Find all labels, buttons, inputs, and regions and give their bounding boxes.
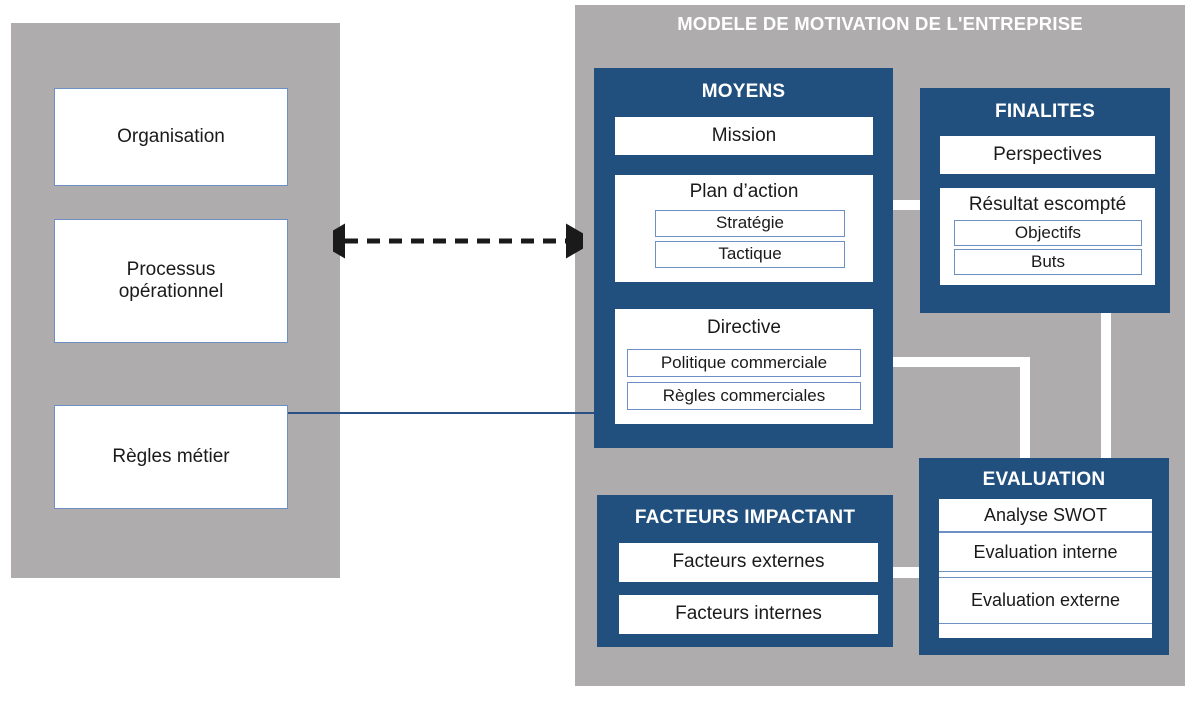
box-processus-line1: Processus — [126, 258, 216, 280]
block-facteurs-impactant: FACTEURS IMPACTANT Facteurs externes Fac… — [597, 495, 893, 647]
box-objectifs-label: Objectifs — [1014, 222, 1082, 242]
box-politique-commerciale-label: Politique commerciale — [660, 352, 828, 372]
box-resultat-escompte[interactable]: Résultat escompté Objectifs Buts — [940, 188, 1155, 285]
box-mission[interactable]: Mission — [615, 117, 873, 155]
box-regles-metier[interactable]: Règles métier — [54, 405, 288, 509]
box-plan-action[interactable]: Plan d’action Stratégie Tactique — [615, 175, 873, 282]
block-moyens-title: MOYENS — [701, 81, 786, 102]
box-processus-operationnel[interactable]: Processus opérationnel — [54, 219, 288, 343]
moyens-evaluation-link-horizontal — [888, 357, 1030, 367]
box-regles-commerciales[interactable]: Règles commerciales — [627, 382, 861, 410]
organisation-moyens-link — [315, 222, 596, 260]
moyens-evaluation-link-vertical — [1020, 357, 1030, 467]
box-regles-commerciales-label: Règles commerciales — [662, 385, 826, 405]
regles-metier-directive-link — [288, 412, 601, 414]
box-facteurs-externes-label: Facteurs externes — [672, 551, 825, 573]
box-evaluation-externe-label: Evaluation externe — [970, 590, 1121, 610]
diagram-canvas: Organisation Processus opérationnel Règl… — [0, 0, 1200, 702]
box-tactique-label: Tactique — [718, 244, 782, 264]
box-evaluation-interne[interactable]: Evaluation interne — [939, 532, 1152, 572]
box-processus-line2: opérationnel — [118, 281, 224, 302]
box-directive[interactable]: Directive Politique commerciale Règles c… — [615, 309, 873, 424]
block-moyens: MOYENS Mission Plan d’action Stratégie T… — [594, 68, 893, 448]
block-evaluation: EVALUATION Analyse SWOT Evaluation inter… — [919, 458, 1169, 655]
box-perspectives-label: Perspectives — [993, 143, 1102, 165]
finalites-evaluation-link — [1101, 313, 1111, 463]
box-politique-commerciale[interactable]: Politique commerciale — [627, 349, 861, 377]
box-strategie[interactable]: Stratégie — [655, 210, 845, 237]
box-organisation[interactable]: Organisation — [54, 88, 288, 186]
box-tactique[interactable]: Tactique — [655, 241, 845, 268]
box-strategie-label: Stratégie — [715, 213, 785, 233]
block-finalites-title: FINALITES — [995, 101, 1095, 122]
block-facteurs-impactant-title: FACTEURS IMPACTANT — [634, 507, 856, 528]
box-mission-label: Mission — [711, 124, 777, 146]
page-title: MODELE DE MOTIVATION DE L'ENTREPRISE — [677, 13, 1083, 34]
box-perspectives[interactable]: Perspectives — [940, 136, 1155, 174]
box-buts[interactable]: Buts — [954, 249, 1142, 275]
box-directive-label: Directive — [707, 317, 781, 338]
box-analyse-swot-label: Analyse SWOT — [983, 504, 1108, 525]
block-evaluation-title: EVALUATION — [982, 469, 1106, 490]
box-buts-label: Buts — [1030, 251, 1066, 271]
box-analyse-swot[interactable]: Analyse SWOT — [939, 499, 1152, 532]
evaluation-items-container: Analyse SWOT Evaluation interne Evaluati… — [939, 499, 1152, 638]
box-plan-action-label: Plan d’action — [689, 181, 799, 202]
box-facteurs-externes[interactable]: Facteurs externes — [619, 543, 878, 582]
block-finalites: FINALITES Perspectives Résultat escompté… — [920, 88, 1170, 313]
box-evaluation-interne-label: Evaluation interne — [973, 541, 1118, 562]
box-organisation-label: Organisation — [117, 125, 225, 147]
box-resultat-escompte-label: Résultat escompté — [968, 194, 1127, 215]
box-regles-metier-label: Règles métier — [112, 445, 230, 467]
box-objectifs[interactable]: Objectifs — [954, 220, 1142, 246]
box-evaluation-externe[interactable]: Evaluation externe — [939, 577, 1152, 624]
box-facteurs-internes-label: Facteurs internes — [675, 603, 822, 625]
box-facteurs-internes[interactable]: Facteurs internes — [619, 595, 878, 634]
